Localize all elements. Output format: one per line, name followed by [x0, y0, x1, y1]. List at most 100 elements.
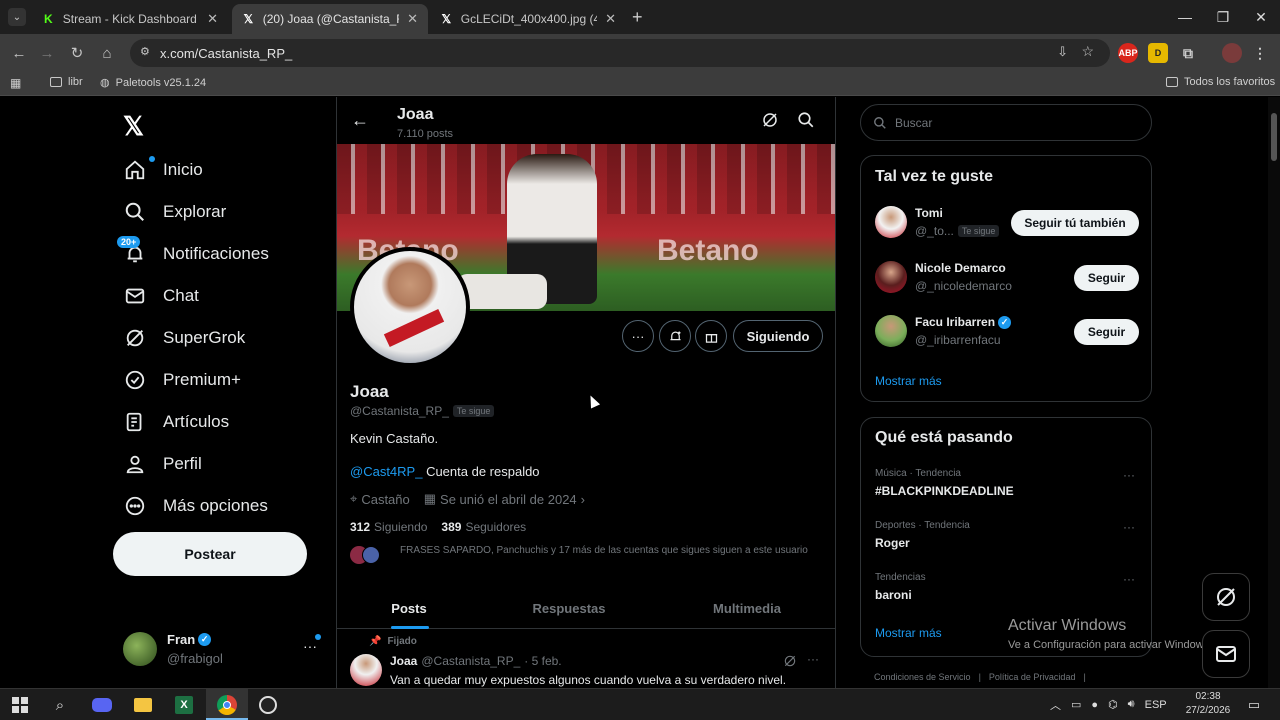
- chrome-menu-icon[interactable]: ⋮: [1250, 43, 1270, 63]
- tab-respuestas[interactable]: Respuestas: [497, 587, 641, 629]
- suggestion-row[interactable]: Facu Iribarren ✓ @_iribarrenfacu Seguir: [861, 311, 1151, 355]
- windows-start-icon[interactable]: [10, 695, 30, 715]
- trend-more-icon[interactable]: ···: [1123, 572, 1135, 586]
- suggestion-row[interactable]: Nicole Demarco @_nicoledemarco Seguir: [861, 257, 1151, 301]
- trend-more-icon[interactable]: ···: [1123, 520, 1135, 534]
- trends-show-more-link[interactable]: Mostrar más: [875, 626, 942, 640]
- back-arrow-icon[interactable]: ←: [351, 110, 369, 131]
- notify-bell-icon[interactable]: [659, 320, 691, 352]
- follow-back-button[interactable]: Seguir tú también: [1011, 210, 1139, 236]
- site-info-icon[interactable]: ⚙: [140, 45, 150, 58]
- post-button[interactable]: Postear: [113, 532, 307, 576]
- sidebar-item-explorar[interactable]: Explorar: [123, 194, 226, 230]
- following-button[interactable]: Siguiendo: [733, 320, 823, 352]
- sidebar-item-inicio[interactable]: Inicio: [123, 152, 203, 188]
- trend-item[interactable]: Tendencias baroni ···: [861, 570, 1151, 610]
- network-icon[interactable]: ⌬: [1108, 698, 1118, 711]
- followers-count[interactable]: 389: [441, 520, 461, 534]
- close-tab-icon[interactable]: ✕: [605, 11, 616, 27]
- show-more-link[interactable]: Mostrar más: [875, 374, 942, 388]
- grok-icon[interactable]: [783, 654, 797, 673]
- sidebar-item-perfil[interactable]: Perfil: [123, 446, 202, 482]
- discord-icon[interactable]: [92, 695, 112, 715]
- scrollbar-thumb[interactable]: [1271, 113, 1277, 161]
- trend-item[interactable]: Deportes · Tendencia Roger ···: [861, 518, 1151, 558]
- trend-more-icon[interactable]: ···: [1123, 468, 1135, 482]
- messages-float-button[interactable]: [1202, 630, 1250, 678]
- bookmark-star-icon[interactable]: ☆: [1081, 43, 1094, 60]
- footer-link[interactable]: Política de Privacidad: [989, 672, 1076, 682]
- grok-icon[interactable]: [761, 111, 779, 134]
- reload-button[interactable]: ↻: [66, 42, 88, 64]
- following-count[interactable]: 312: [350, 520, 370, 534]
- x-logo-icon[interactable]: 𝕏: [123, 111, 144, 142]
- profile-avatar[interactable]: [350, 247, 470, 367]
- trend-item[interactable]: Música · Tendencia #BLACKPINKDEADLINE ··…: [861, 466, 1151, 506]
- gift-icon[interactable]: [695, 320, 727, 352]
- bookmark-libr[interactable]: libr: [50, 76, 83, 88]
- back-button[interactable]: ←: [8, 42, 30, 64]
- footer-link[interactable]: Condiciones de Servicio: [874, 672, 971, 682]
- taskbar-search-icon[interactable]: ⌕: [50, 695, 70, 715]
- battery-icon[interactable]: ▭: [1071, 698, 1081, 711]
- tray-chevron-icon[interactable]: ︿: [1050, 697, 1061, 713]
- tab-posts[interactable]: Posts: [337, 587, 481, 629]
- taskbar-chrome-active[interactable]: [206, 689, 248, 720]
- bio-mention-link[interactable]: @Cast4RP_: [350, 464, 422, 479]
- grok-float-button[interactable]: [1202, 573, 1250, 621]
- sidebar-item-chat[interactable]: Chat: [123, 278, 199, 314]
- excel-icon[interactable]: X: [174, 695, 194, 715]
- tab-kick-dashboard[interactable]: K Stream - Kick Dashboard ✕: [32, 4, 228, 34]
- adblock-plus-icon[interactable]: ABP: [1118, 43, 1138, 63]
- tab-multimedia[interactable]: Multimedia: [675, 587, 819, 629]
- avatar[interactable]: [350, 654, 382, 686]
- following-label[interactable]: Siguiendo: [374, 520, 427, 534]
- search-field[interactable]: Buscar: [860, 104, 1152, 141]
- sidebar-item-supergrok[interactable]: SuperGrok: [123, 320, 245, 356]
- page-scrollbar[interactable]: [1268, 97, 1280, 688]
- install-app-icon[interactable]: ⇩: [1057, 44, 1068, 60]
- sidebar-item-premium[interactable]: Premium+: [123, 362, 241, 398]
- post-more-icon[interactable]: ···: [807, 652, 819, 666]
- extension-d-icon[interactable]: D: [1148, 43, 1168, 63]
- post-author-name[interactable]: Joaa: [390, 654, 417, 668]
- suggestion-row[interactable]: Tomi @_to... Te sigue Seguir tú también: [861, 202, 1151, 246]
- microphone-icon[interactable]: ●: [1091, 699, 1098, 711]
- forward-button[interactable]: →: [36, 42, 58, 64]
- bookmark-paletools[interactable]: ◍ Paletools v25.1.24: [100, 76, 206, 90]
- more-options-button[interactable]: ···: [622, 320, 654, 352]
- pinned-post[interactable]: 📌 Fijado Joaa @Castanista_RP_ · 5 feb. ·…: [337, 630, 835, 688]
- all-bookmarks[interactable]: Todos los favoritos: [1166, 76, 1275, 88]
- new-tab-button[interactable]: +: [632, 7, 643, 28]
- follow-button[interactable]: Seguir: [1074, 265, 1139, 291]
- close-tab-icon[interactable]: ✕: [407, 11, 418, 27]
- obs-icon[interactable]: [258, 695, 278, 715]
- file-explorer-icon[interactable]: [133, 695, 153, 715]
- close-tab-icon[interactable]: ✕: [207, 11, 218, 27]
- account-more-icon[interactable]: ···: [303, 634, 321, 654]
- notification-center-icon[interactable]: ▭: [1244, 695, 1264, 715]
- clock[interactable]: 02:38 27/2/2026: [1178, 690, 1238, 718]
- home-button[interactable]: ⌂: [96, 42, 118, 64]
- tab-x-profile[interactable]: 𝕏 (20) Joaa (@Castanista_RP_) / X ✕: [232, 4, 428, 34]
- apps-grid-icon[interactable]: ▦: [10, 76, 21, 90]
- volume-icon[interactable]: 🔊︎: [1128, 698, 1135, 711]
- search-icon[interactable]: [797, 111, 815, 134]
- sidebar-item-mas-opciones[interactable]: Más opciones: [123, 488, 268, 524]
- sidebar-item-articulos[interactable]: Artículos: [123, 404, 229, 440]
- close-window-button[interactable]: ✕: [1238, 0, 1280, 34]
- sidebar-item-notificaciones[interactable]: 20+ Notificaciones: [117, 236, 269, 272]
- extensions-puzzle-icon[interactable]: ⧉: [1178, 43, 1198, 63]
- post-author-handle[interactable]: @Castanista_RP_: [421, 654, 520, 668]
- post-date[interactable]: · 5 feb.: [524, 654, 561, 668]
- tab-search-button[interactable]: ⌄: [8, 8, 26, 26]
- profile-joined[interactable]: Se unió el abril de 2024: [440, 492, 577, 507]
- address-bar[interactable]: ⚙ x.com/Castanista_RP_ ⇩ ☆: [130, 39, 1110, 67]
- followed-by[interactable]: FRASES SAPARDO, Panchuchis y 17 más de l…: [350, 544, 820, 572]
- language-indicator[interactable]: ESP: [1145, 699, 1167, 711]
- account-switcher[interactable]: Fran ✓ @frabigol ···: [123, 630, 323, 670]
- followers-label[interactable]: Seguidores: [465, 520, 526, 534]
- tab-image[interactable]: 𝕏 GcLECiDt_400x400.jpg (400×400) ✕: [430, 4, 626, 34]
- follow-button[interactable]: Seguir: [1074, 319, 1139, 345]
- profile-avatar-icon[interactable]: [1222, 43, 1242, 63]
